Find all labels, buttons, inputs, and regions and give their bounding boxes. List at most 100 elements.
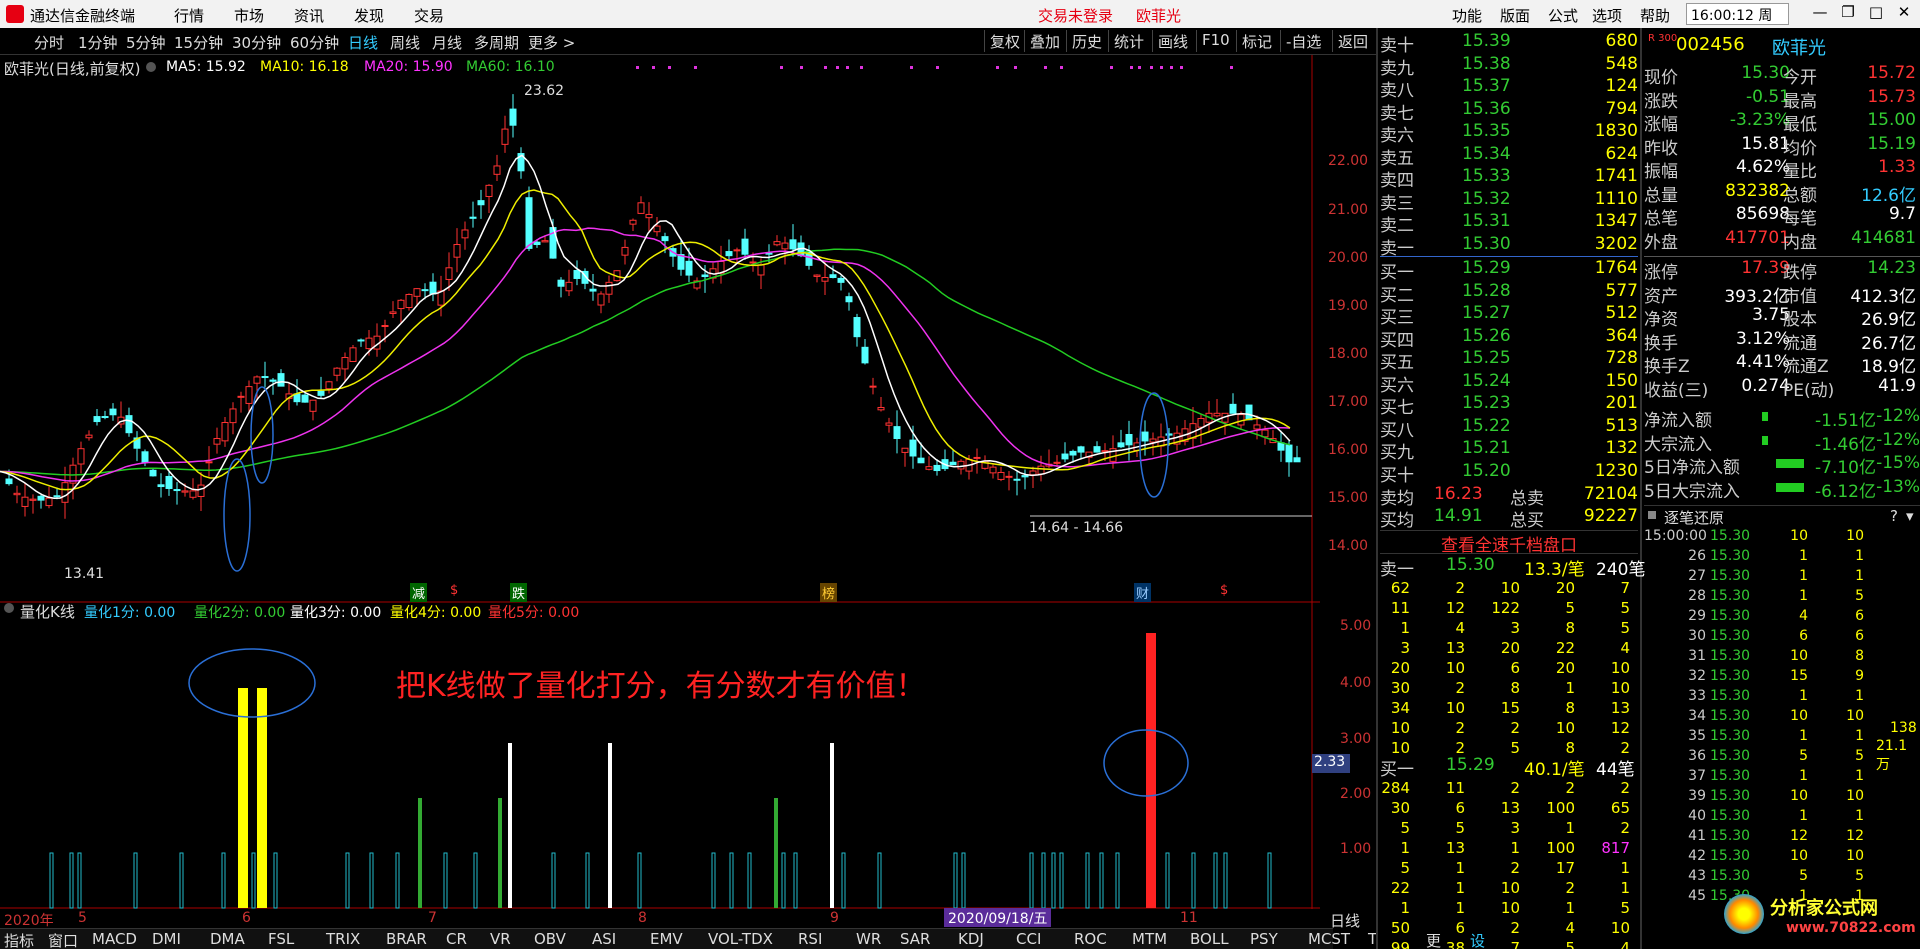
indicator-tab-2[interactable]: MACD xyxy=(92,930,137,948)
menu-quotes[interactable]: 行情 xyxy=(174,5,204,26)
menu-trade[interactable]: 交易 xyxy=(414,5,444,26)
indicator-tab-22[interactable]: PSY xyxy=(1250,930,1278,948)
depth-cell: 3 xyxy=(1510,819,1520,837)
marker-fall[interactable]: 跌 xyxy=(510,583,528,602)
period-60min[interactable]: 60分钟 xyxy=(290,32,339,53)
indicator-tab-8[interactable]: CR xyxy=(446,930,467,948)
indicator-tab-18[interactable]: CCI xyxy=(1016,930,1041,948)
menu-market[interactable]: 市场 xyxy=(234,5,264,26)
close-icon[interactable]: ✕ xyxy=(1892,3,1916,25)
restore-icon[interactable]: ❐ xyxy=(1836,3,1860,25)
period-multi[interactable]: 多周期 xyxy=(474,32,519,53)
depth-cell: 8 xyxy=(1510,679,1520,697)
period-15min[interactable]: 15分钟 xyxy=(174,32,223,53)
indicator-tab-6[interactable]: TRIX xyxy=(326,930,360,948)
indicator-tab-4[interactable]: DMA xyxy=(210,930,245,948)
candle-body xyxy=(741,238,749,255)
adjust-button[interactable]: 复权 xyxy=(984,30,1025,52)
minimize-icon[interactable]: — xyxy=(1808,3,1832,25)
period-monthly[interactable]: 月线 xyxy=(432,32,462,53)
indicator-tab-21[interactable]: BOLL xyxy=(1190,930,1229,948)
indicator-tab-12[interactable]: EMV xyxy=(650,930,683,948)
stats-button[interactable]: 统计 xyxy=(1108,30,1149,52)
period-weekly[interactable]: 周线 xyxy=(390,32,420,53)
indicator-tab-7[interactable]: BRAR xyxy=(386,930,427,948)
back-button[interactable]: 返回 xyxy=(1332,30,1373,52)
indicator-tab-17[interactable]: KDJ xyxy=(958,930,984,948)
mark-button[interactable]: 标记 xyxy=(1236,30,1277,52)
indicator-bar-1 xyxy=(711,852,716,909)
indicator-tab-19[interactable]: ROC xyxy=(1074,930,1107,948)
indicator-tab-23[interactable]: MCST xyxy=(1308,930,1350,948)
indicator-tab-10[interactable]: OBV xyxy=(534,930,566,948)
indicator-tab-0[interactable]: 指标 xyxy=(4,930,34,949)
indicator-tab-9[interactable]: VR xyxy=(490,930,511,948)
x-period-label[interactable]: 日线 xyxy=(1330,910,1360,931)
maximize-icon[interactable]: □ xyxy=(1864,3,1888,25)
depth-head-count[interactable]: 240笔 xyxy=(1596,555,1645,580)
candle-body xyxy=(1013,478,1021,481)
ticks-menu-icon[interactable]: ▾ xyxy=(1906,507,1914,525)
draw-button[interactable]: 画线 xyxy=(1152,30,1193,52)
highlight-ellipse-2 xyxy=(250,386,274,484)
depth-head-avg: 40.1/笔 xyxy=(1524,760,1585,780)
depth-head-count[interactable]: 44笔 xyxy=(1596,755,1635,780)
flow-pct: -12% xyxy=(1876,429,1920,450)
indicator-tab-20[interactable]: MTM xyxy=(1132,930,1167,948)
depth-cell: 817 xyxy=(1601,839,1630,857)
marker-dollar-1[interactable]: $ xyxy=(448,583,460,598)
marker-reduce[interactable]: 减 xyxy=(410,583,428,602)
depth-cell: 10 xyxy=(1555,719,1575,737)
ticks-collapse-icon[interactable] xyxy=(1648,511,1656,519)
tick-row: 43 15.30 5 5 xyxy=(1688,868,1864,884)
candle-body xyxy=(453,244,461,258)
candle-body xyxy=(1037,465,1045,475)
indicator-tab-14[interactable]: RSI xyxy=(798,930,822,948)
stock-code: 002456 xyxy=(1676,34,1745,55)
period-30min[interactable]: 30分钟 xyxy=(232,32,281,53)
indicator-tab-1[interactable]: 窗口 xyxy=(48,930,78,949)
indicator-tab-11[interactable]: ASI xyxy=(592,930,616,948)
candle-body xyxy=(853,317,861,338)
marker-finance[interactable]: 财 xyxy=(1134,583,1152,602)
f10-button[interactable]: F10 xyxy=(1196,30,1235,52)
ticks-help-icon[interactable]: ? xyxy=(1890,507,1898,525)
overlay-button[interactable]: 叠加 xyxy=(1024,30,1065,52)
login-status[interactable]: 交易未登录 xyxy=(1038,5,1113,26)
order-row: 买五 15.25 728 xyxy=(1380,348,1638,373)
period-daily[interactable]: 日线 xyxy=(348,32,378,53)
indicator-tab-16[interactable]: SAR xyxy=(900,930,930,948)
flow-bar xyxy=(1776,459,1804,468)
menu-formula[interactable]: 公式 xyxy=(1548,5,1578,26)
menu-layout[interactable]: 版面 xyxy=(1500,5,1530,26)
menu-news[interactable]: 资讯 xyxy=(294,5,324,26)
candle-body xyxy=(565,281,573,292)
candle-body xyxy=(1213,412,1221,417)
indicator-tab-5[interactable]: FSL xyxy=(268,930,294,948)
indicator-chart[interactable] xyxy=(0,603,1320,909)
indicator-tab-15[interactable]: WR xyxy=(856,930,881,948)
watchlist-button[interactable]: -自选 xyxy=(1280,30,1326,52)
candle-body xyxy=(485,184,493,197)
app-title: 通达信金融终端 xyxy=(30,7,136,25)
indicator-tab-3[interactable]: DMI xyxy=(152,930,181,948)
menu-options[interactable]: 选项 xyxy=(1592,5,1622,26)
period-tick[interactable]: 分时 xyxy=(34,32,64,53)
indicator-tab-13[interactable]: VOL-TDX xyxy=(708,930,773,948)
period-1min[interactable]: 1分钟 xyxy=(78,32,118,53)
marker-list[interactable]: 榜 xyxy=(820,583,838,602)
history-button[interactable]: 历史 xyxy=(1066,30,1107,52)
menu-help[interactable]: 帮助 xyxy=(1640,5,1670,26)
depth-cell: 1 xyxy=(1565,819,1575,837)
period-more[interactable]: 更多 > xyxy=(528,32,575,53)
menu-discover[interactable]: 发现 xyxy=(354,5,384,26)
depth-cell: 13 xyxy=(1610,699,1630,717)
candle-body xyxy=(77,448,85,465)
depth-full-link[interactable]: 查看全速千档盘口 xyxy=(1380,530,1638,556)
marker-dollar-2[interactable]: $ xyxy=(1218,583,1230,598)
price-tick-18: 18.00 xyxy=(1328,346,1369,362)
depth-cell: 10 xyxy=(1500,879,1520,897)
period-5min[interactable]: 5分钟 xyxy=(126,32,166,53)
stock-name[interactable]: 欧菲光 xyxy=(1772,34,1826,60)
menu-function[interactable]: 功能 xyxy=(1452,5,1482,26)
